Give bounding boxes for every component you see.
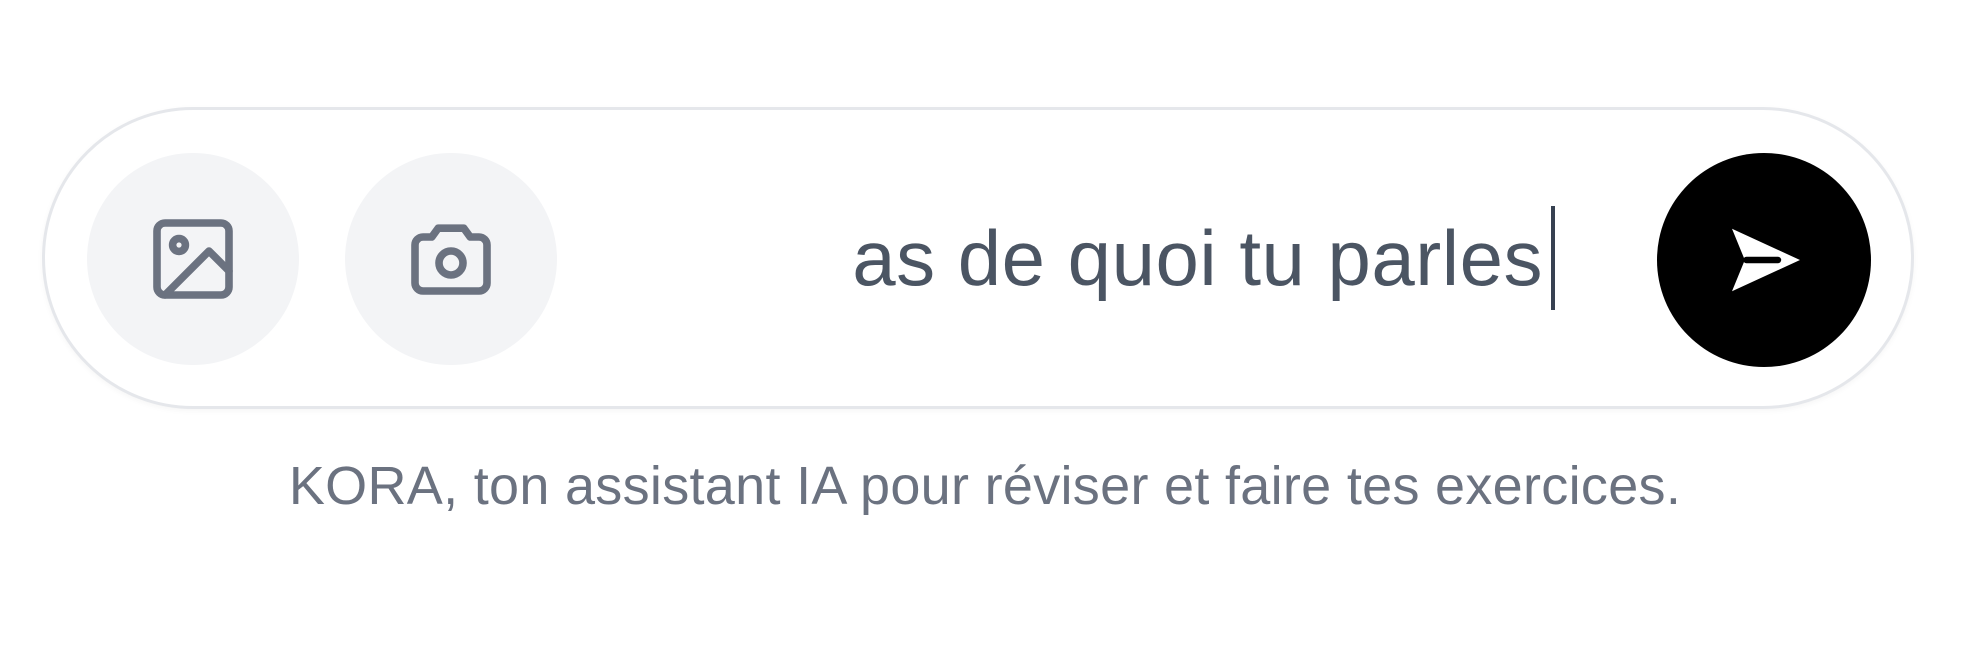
- message-input[interactable]: as de quoi tu parles: [705, 170, 1565, 350]
- camera-button[interactable]: [345, 153, 557, 365]
- image-icon: [153, 219, 233, 299]
- camera-icon: [411, 224, 491, 295]
- send-icon: [1732, 228, 1800, 292]
- attach-image-button[interactable]: [87, 153, 299, 365]
- chat-composer: as de quoi tu parles: [42, 107, 1914, 409]
- assistant-disclaimer: KORA, ton assistant IA pour réviser et f…: [288, 456, 1682, 516]
- message-input-line: as de quoi tu parles: [852, 198, 1555, 318]
- message-input-text: as de quoi tu parles: [852, 214, 1543, 302]
- text-caret: [1551, 206, 1555, 310]
- send-button[interactable]: [1657, 153, 1871, 367]
